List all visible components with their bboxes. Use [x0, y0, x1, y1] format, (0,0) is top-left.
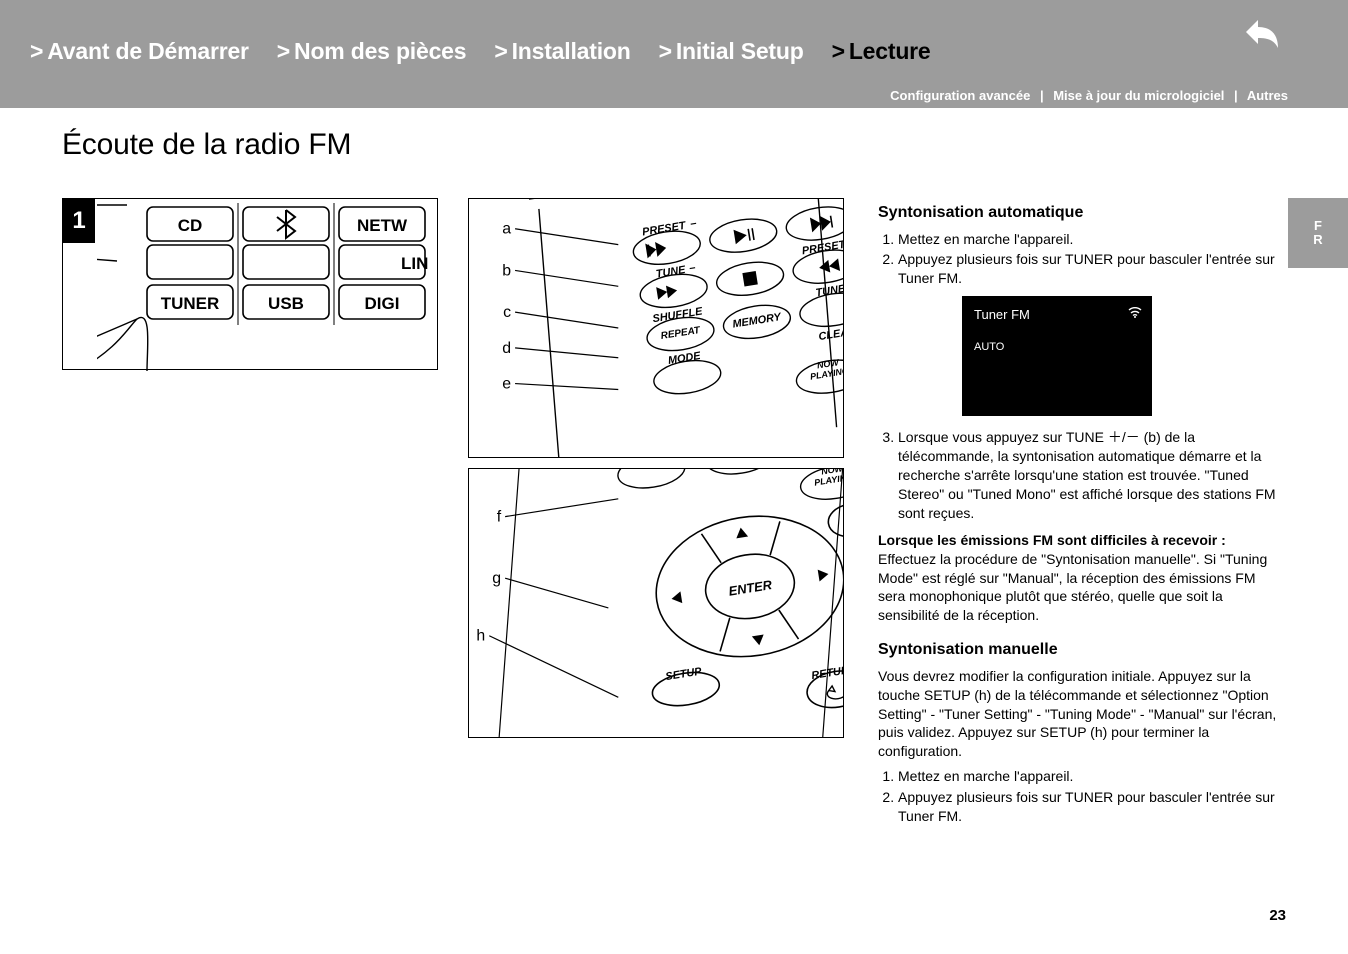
- figure-device-top: 1 CD NETW LIN: [62, 198, 438, 370]
- auto-tuning-steps: Mettez en marche l'appareil. Appuyez plu…: [878, 230, 1278, 289]
- subheading-difficult: Lorsque les émissions FM sont difficiles…: [878, 532, 1226, 548]
- callout-d: d: [502, 340, 511, 357]
- callout-a: a: [502, 221, 511, 238]
- device-network-button: NETW: [357, 216, 408, 235]
- breadcrumb-item[interactable]: >Nom des pièces: [277, 38, 467, 65]
- display-line: Tuner FM: [974, 306, 1140, 324]
- language-tab[interactable]: F R: [1288, 198, 1348, 268]
- device-display-mock: Tuner FM AUTO: [962, 296, 1152, 416]
- device-cd-button: CD: [178, 216, 203, 235]
- breadcrumb-item[interactable]: >Initial Setup: [659, 38, 804, 65]
- list-item: Appuyez plusieurs fois sur TUNER pour ba…: [898, 250, 1278, 288]
- device-line-button: LIN: [401, 254, 428, 273]
- list-item: Appuyez plusieurs fois sur TUNER pour ba…: [898, 788, 1278, 826]
- svg-text:ENTER: ENTER: [727, 577, 773, 599]
- callout-f: f: [497, 509, 502, 526]
- figure-remote-navpad: MODE ORY CLEAR NOW PLAYING: [468, 468, 844, 738]
- figure-remote-top: PRESET− PRESET+ TUNE− TUNE+ SHUFFLE REPE…: [468, 198, 844, 458]
- undo-icon[interactable]: [1228, 10, 1288, 55]
- device-tuner-button: TUNER: [161, 294, 220, 313]
- svg-text:−: −: [689, 218, 698, 231]
- list-item: Mettez en marche l'appareil.: [898, 230, 1278, 249]
- svg-text:MEMORY: MEMORY: [732, 311, 784, 331]
- subnav-separator: |: [1040, 88, 1044, 103]
- bluetooth-icon: [277, 210, 295, 238]
- heading-auto-tuning: Syntonisation automatique: [878, 202, 1278, 224]
- device-digital-button: DIGI: [365, 294, 400, 313]
- callout-b: b: [502, 262, 511, 279]
- callout-c: c: [503, 304, 511, 321]
- manual-tuning-steps: Mettez en marche l'appareil. Appuyez plu…: [878, 767, 1278, 826]
- breadcrumb-item-current[interactable]: >Lecture: [832, 38, 931, 65]
- device-usb-button: USB: [268, 294, 304, 313]
- subnav-link[interactable]: Mise à jour du micrologiciel: [1053, 88, 1224, 103]
- auto-tuning-steps-cont: Lorsque vous appuyez sur TUNE ＋/－ (b) de…: [878, 428, 1278, 522]
- text-column: Syntonisation automatique Mettez en marc…: [878, 202, 1278, 834]
- sub-nav: Configuration avancée | Mise à jour du m…: [890, 88, 1288, 103]
- breadcrumb-item[interactable]: >Avant de Démarrer: [30, 38, 249, 65]
- figure-number-badge: 1: [63, 199, 95, 243]
- svg-text:PRESET: PRESET: [641, 220, 687, 239]
- subnav-separator: |: [1234, 88, 1238, 103]
- svg-text:SETUP: SETUP: [665, 665, 704, 683]
- list-item: Lorsque vous appuyez sur TUNE ＋/－ (b) de…: [898, 428, 1278, 522]
- svg-text:REPEAT: REPEAT: [660, 325, 702, 342]
- callout-e: e: [502, 376, 511, 393]
- svg-text:TUNE: TUNE: [655, 264, 687, 281]
- svg-text:CLEAR: CLEAR: [818, 325, 843, 343]
- heading-manual-tuning: Syntonisation manuelle: [878, 639, 1278, 661]
- breadcrumb: >Avant de Démarrer >Nom des pièces >Inst…: [30, 38, 931, 65]
- wifi-icon: [1128, 306, 1142, 318]
- body-text: Effectuez la procédure de "Syntonisation…: [878, 551, 1267, 624]
- svg-text:PRESET: PRESET: [801, 238, 843, 257]
- page-title: Écoute de la radio FM: [62, 128, 351, 162]
- body-text: Vous devrez modifier la configuration in…: [878, 667, 1278, 761]
- page-number: 23: [1269, 907, 1286, 924]
- svg-text:SHUFFLE: SHUFFLE: [652, 305, 704, 325]
- list-item: Mettez en marche l'appareil.: [898, 767, 1278, 786]
- svg-text:MODE: MODE: [667, 350, 702, 367]
- breadcrumb-item[interactable]: >Installation: [494, 38, 630, 65]
- callout-h: h: [476, 628, 485, 645]
- display-line: AUTO: [974, 340, 1140, 355]
- top-bar: >Avant de Démarrer >Nom des pièces >Inst…: [0, 0, 1348, 108]
- svg-text:−: −: [688, 262, 697, 275]
- subnav-link[interactable]: Autres: [1247, 88, 1288, 103]
- subnav-link[interactable]: Configuration avancée: [890, 88, 1030, 103]
- callout-g: g: [492, 570, 501, 587]
- svg-text:TUNE: TUNE: [815, 283, 843, 300]
